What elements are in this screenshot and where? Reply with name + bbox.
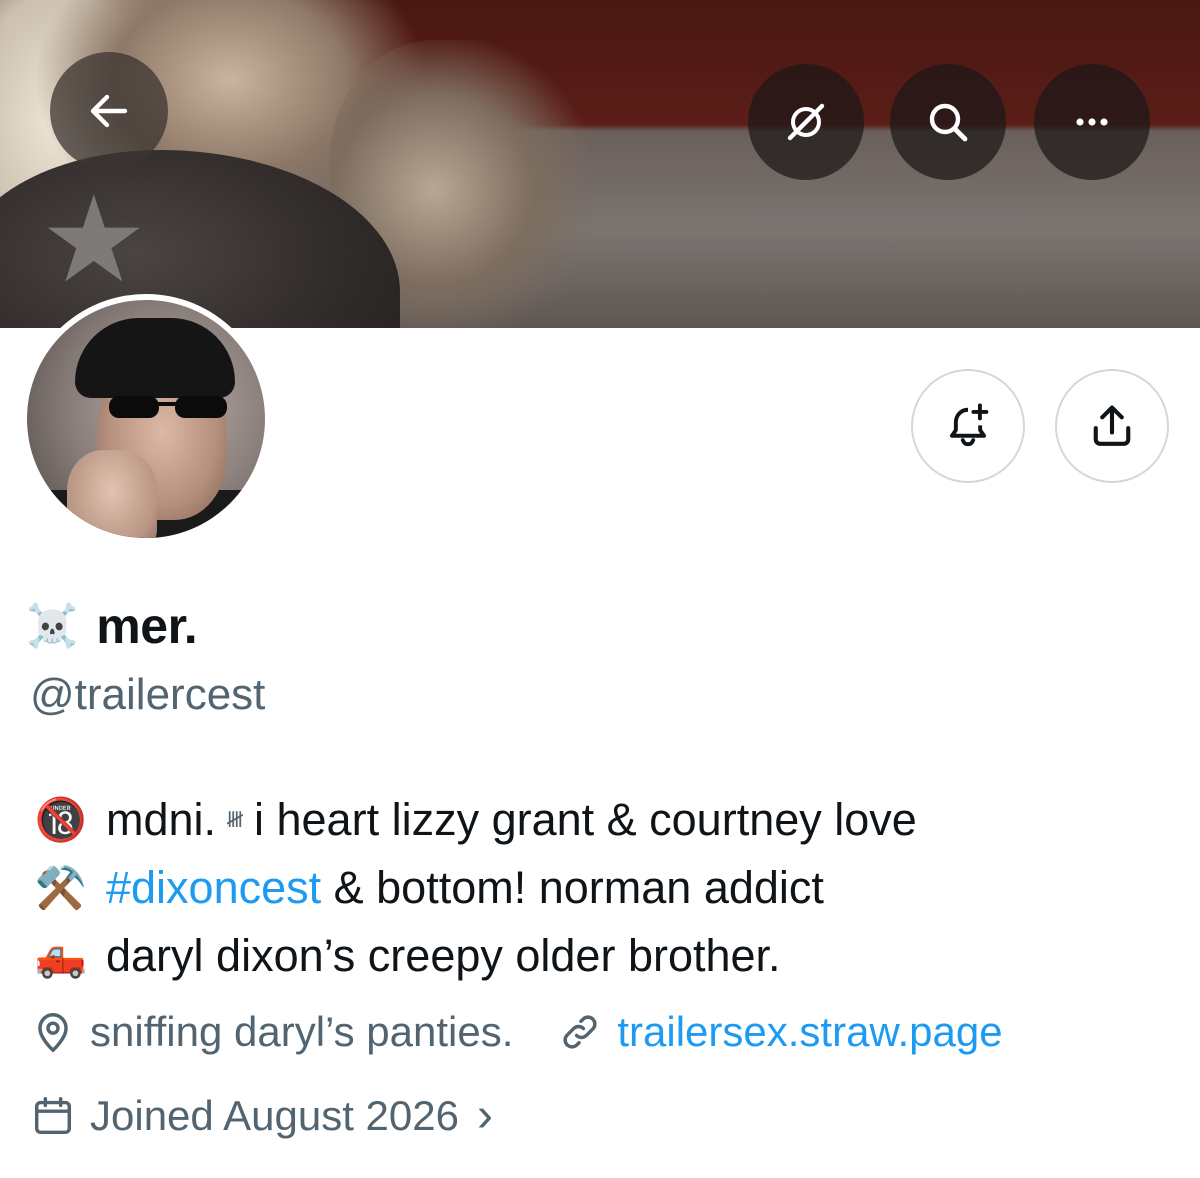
bio-text: mdni. (106, 794, 217, 845)
avatar-detail-hand (67, 450, 157, 538)
share-icon (1093, 405, 1131, 446)
bio-line-1: 🔞 mdni. 𝍸 i heart lizzy grant & courtney… (30, 786, 1180, 854)
joined-date: Joined August 2026 (90, 1091, 459, 1139)
search-button[interactable] (890, 64, 1006, 180)
arrow-left-icon (90, 94, 128, 128)
bio-emoji-2: ⚒️ (34, 864, 88, 911)
profile-bio: 🔞 mdni. 𝍸 i heart lizzy grant & courtney… (30, 786, 1180, 990)
banner-star-shape: ★ (40, 173, 148, 307)
notifications-button[interactable] (911, 369, 1025, 483)
hashtag-link[interactable]: #dixoncest (106, 854, 321, 922)
bio-emoji-1: 🔞 (34, 796, 88, 843)
grok-icon (787, 103, 825, 141)
profile-meta-row: sniffing daryl’s panties. trailersex.str… (30, 1008, 1003, 1056)
avatar-detail-glasses (109, 396, 227, 418)
name-emoji: ☠️ (26, 602, 79, 649)
avatar-image (27, 300, 265, 538)
more-horizontal-icon (1076, 118, 1108, 126)
profile-location: sniffing daryl’s panties. (90, 1008, 514, 1055)
bio-text: daryl dixon’s creepy older brother. (106, 930, 781, 981)
profile-banner[interactable]: ★ (0, 0, 1200, 328)
profile-name-row: ☠️ mer. (26, 596, 198, 656)
bio-text: & bottom! norman addict (321, 862, 824, 913)
share-button[interactable] (1055, 369, 1169, 483)
display-name: mer. (96, 598, 198, 654)
bio-emoji-3: 🛻 (34, 932, 88, 979)
chevron-right-icon: › (476, 1089, 493, 1142)
grok-button[interactable] (748, 64, 864, 180)
avatar-detail-cap (75, 318, 235, 398)
calendar-icon (34, 1096, 72, 1134)
tally-mark-glyph: 𝍸 (226, 807, 244, 832)
search-icon (929, 103, 968, 142)
more-button[interactable] (1034, 64, 1150, 180)
bio-line-2: ⚒️ #dixoncest & bottom! norman addict (30, 854, 1180, 922)
profile-website-link[interactable]: trailersex.straw.page (617, 1008, 1002, 1056)
profile-joined-row[interactable]: Joined August 2026 › (30, 1088, 493, 1143)
location-pin-icon (38, 1013, 68, 1053)
link-icon (563, 1015, 597, 1049)
user-handle: @trailercest (30, 670, 266, 719)
bell-plus-icon (950, 403, 989, 447)
bio-line-3: 🛻 daryl dixon’s creepy older brother. (30, 922, 1180, 990)
bio-text: i heart lizzy grant & courtney love (254, 794, 917, 845)
back-button[interactable] (50, 52, 168, 170)
avatar[interactable] (21, 294, 271, 544)
